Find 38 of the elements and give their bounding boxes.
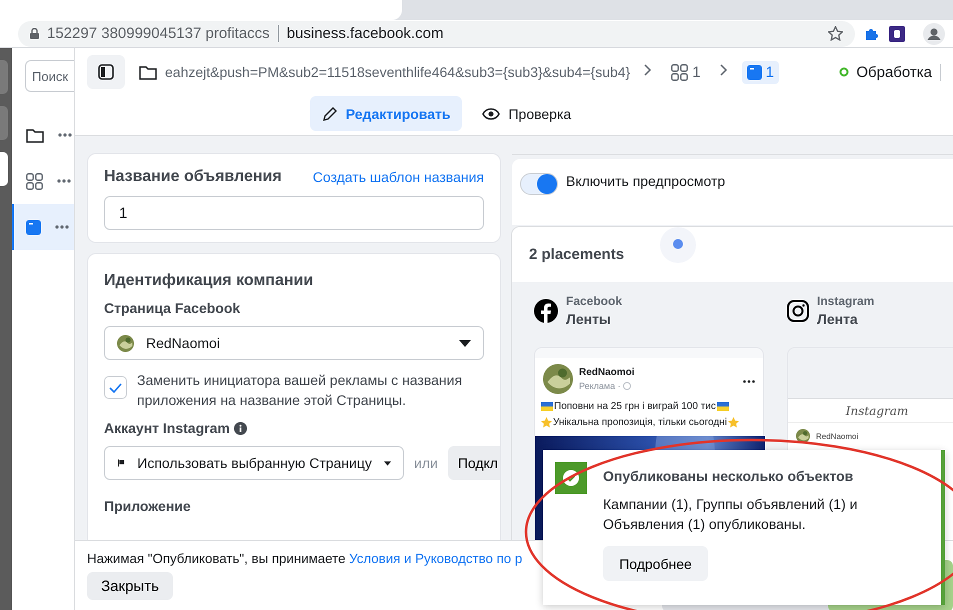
campaign-path: eahzejt&push=PM&sub2=11518seventhlife464&sub3={sub3}&sub4={sub4}: [165, 64, 630, 80]
page-select[interactable]: RedNaomoi: [104, 326, 484, 360]
card-title: Название объявления: [104, 168, 282, 186]
mode-tab[interactable]: Редактировать: [310, 96, 462, 131]
post-author: RedNaomoi: [579, 367, 635, 378]
card-title: Идентификация компании: [104, 272, 314, 290]
sponsored-label: Реклама ·: [579, 381, 621, 391]
template-link[interactable]: Создать шаблон названия: [312, 169, 484, 185]
placement-name: Ленты: [566, 311, 612, 327]
details-button[interactable]: Подробнее: [603, 546, 708, 581]
address-bar[interactable]: 152297 380999045137 profitaccs business.facebook.com: [18, 20, 855, 46]
ad-name-field[interactable]: 1: [104, 196, 484, 230]
post-author: RedNaomoi: [816, 432, 858, 440]
placements-title: 2 placements: [529, 246, 624, 263]
field-label: Страница Facebook: [104, 300, 242, 316]
checkbox-label: Заменить инициатора вашей рекламы с названия приложения на название этой Страницы.: [137, 371, 464, 410]
switch-label: Включить предпросмотр: [566, 173, 726, 189]
url-text: business.facebook.com: [286, 25, 444, 42]
instagram-select[interactable]: Использовать выбранную Страницу: [104, 446, 404, 480]
toast-message: Кампании (1), Группы объявлений (1) и Объявления (1) опубликованы.: [603, 495, 858, 534]
breadcrumb-step[interactable]: 1: [666, 60, 706, 84]
breadcrumb-step[interactable]: 1: [742, 60, 779, 84]
post-text: Поповни на 25 грн і виграй 100 тис: [554, 400, 716, 412]
terms-link[interactable]: Условия и Руководство по р: [349, 551, 522, 566]
platform-name: Facebook: [566, 294, 622, 308]
or-text: или: [414, 455, 438, 471]
mode-tab[interactable]: Проверка: [470, 96, 584, 131]
toast-title: Опубликованы несколько объектов: [603, 468, 854, 484]
field-label: Приложение: [104, 498, 192, 514]
field-label: Аккаунт Instagram: [104, 420, 230, 436]
connect-button[interactable]: Подкл: [448, 446, 500, 480]
site-owner: 152297 380999045137 profitaccs: [47, 25, 279, 42]
instagram-logo: Instagram: [846, 404, 908, 418]
placement-name: Лента: [817, 311, 859, 327]
platform-name: Instagram: [817, 294, 874, 308]
post-text: Унікальна пропозиція, тільки сьогодні: [553, 416, 727, 428]
close-button[interactable]: Закрыть: [87, 572, 173, 600]
status-text: Обработка: [856, 64, 932, 80]
